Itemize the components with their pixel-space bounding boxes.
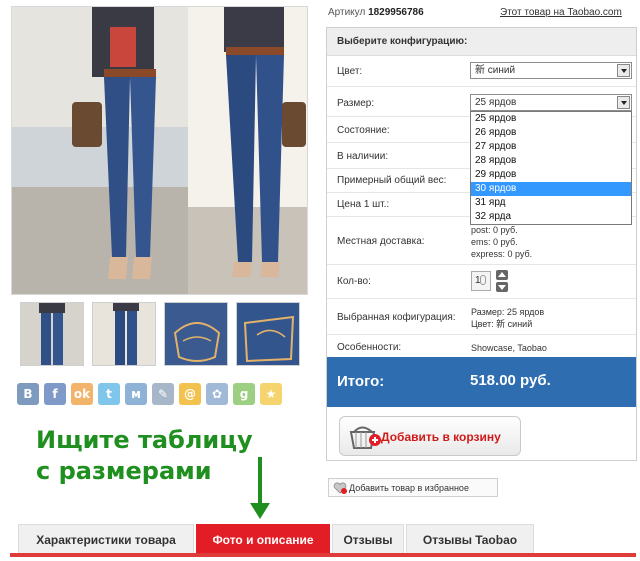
price-label: Цена 1 шт.: — [337, 199, 390, 210]
selected-config-label: Выбранная кофигурация: — [337, 312, 456, 323]
tab-3[interactable]: Отзывы — [332, 524, 404, 554]
myworld-icon[interactable]: м — [125, 383, 147, 405]
cart-icon — [349, 426, 381, 449]
thumbnail-4[interactable] — [236, 302, 300, 366]
favorite-star-icon[interactable]: ★ — [260, 383, 282, 405]
twitter-icon[interactable]: t — [98, 383, 120, 405]
size-option[interactable]: 25 ярдов — [471, 112, 631, 126]
size-label: Размер: — [337, 98, 375, 109]
quantity-decrease-button[interactable] — [496, 282, 508, 292]
add-to-cart-button[interactable]: Добавить в корзину — [339, 416, 521, 456]
mailru-icon[interactable]: @ — [179, 383, 201, 405]
product-tabs: Характеристики товара Фото и описание Отзы… — [10, 524, 636, 554]
size-option[interactable]: 31 ярд — [471, 196, 631, 210]
size-option[interactable]: 28 ярдов — [471, 154, 631, 168]
hint-line-2: с размерами — [36, 457, 212, 485]
divider — [327, 264, 636, 265]
delivery-ems: ems: 0 руб. — [471, 237, 518, 247]
weight-label: Примерный общий вес: — [337, 175, 447, 186]
size-option[interactable]: 26 ярдов — [471, 126, 631, 140]
size-option[interactable]: 27 ярдов — [471, 140, 631, 154]
size-table-hint: Ищите таблицу с размерами — [36, 425, 276, 487]
delivery-express: express: 0 руб. — [471, 249, 533, 259]
thumbnail-1[interactable] — [20, 302, 84, 366]
size-option[interactable]: 32 ярда — [471, 210, 631, 224]
selected-color: Цвет: 新 синий — [471, 319, 533, 329]
sku-label: Артикул — [328, 7, 366, 18]
tab-1[interactable]: Характеристики товара — [18, 524, 194, 554]
hint-line-1: Ищите таблицу — [36, 426, 253, 454]
chevron-down-icon — [617, 64, 630, 77]
thumbnail-3[interactable] — [164, 302, 228, 366]
size-dropdown-list: 25 ярдов 26 ярдов 27 ярдов 28 ярдов 29 ярдов… — [470, 111, 632, 225]
chevron-down-icon — [617, 96, 630, 109]
tab-2[interactable]: Фото и описание — [196, 524, 330, 554]
color-label: Цвет: — [337, 66, 363, 77]
down-arrow-icon — [250, 457, 270, 519]
thumbnail-strip — [20, 302, 302, 366]
add-to-cart-label: Добавить в корзину — [381, 430, 501, 444]
condition-label: Состояние: — [337, 125, 390, 136]
thumbnail-2[interactable] — [92, 302, 156, 366]
size-option[interactable]: 30 ярдов — [471, 182, 631, 196]
features-value: Showcase, Taobao — [471, 343, 547, 353]
size-select[interactable]: 25 ярдов — [470, 94, 632, 111]
microphone-icon — [480, 275, 486, 285]
color-select[interactable]: 新 синий — [470, 62, 632, 79]
delivery-label: Местная доставка: — [337, 236, 425, 247]
size-option[interactable]: 29 ярдов — [471, 168, 631, 182]
vkontakte-icon[interactable]: В — [17, 383, 39, 405]
heart-plus-icon — [333, 482, 347, 494]
divider — [327, 86, 636, 87]
tabs-underline — [10, 553, 636, 557]
stock-label: В наличии: — [337, 151, 389, 162]
total-bar: Итого: 518.00 руб. — [327, 357, 636, 407]
main-product-photo[interactable] — [11, 6, 308, 295]
size-select-value: 25 ярдов — [475, 97, 517, 108]
total-value: 518.00 руб. — [470, 372, 551, 389]
config-header: Выберите конфигурацию: — [327, 28, 636, 56]
sku-value: 1829956786 — [368, 7, 424, 18]
livejournal-icon[interactable]: ✎ — [152, 383, 174, 405]
settings-share-icon[interactable]: ✿ — [206, 383, 228, 405]
color-select-value: 新 синий — [475, 65, 516, 76]
odnoklassniki-icon[interactable]: ok — [71, 383, 93, 405]
facebook-icon[interactable]: f — [44, 383, 66, 405]
add-to-favorites-button[interactable]: Добавить товар в избранное — [328, 478, 498, 497]
qty-label: Кол-во: — [337, 276, 371, 287]
tab-4[interactable]: Отзывы Taobao — [406, 524, 534, 554]
divider — [327, 334, 636, 335]
divider — [327, 298, 636, 299]
taobao-link[interactable]: Этот товар на Taobao.com — [500, 7, 622, 18]
selected-size: Размер: 25 ярдов — [471, 307, 545, 317]
sku-line: Артикул 1829956786 — [328, 7, 424, 18]
quantity-increase-button[interactable] — [496, 270, 508, 280]
total-label: Итого: — [337, 373, 385, 390]
features-label: Особенности: — [337, 342, 402, 353]
googleplus-icon[interactable]: g — [233, 383, 255, 405]
delivery-post: post: 0 руб. — [471, 225, 518, 235]
add-to-favorites-label: Добавить товар в избранное — [349, 483, 469, 493]
